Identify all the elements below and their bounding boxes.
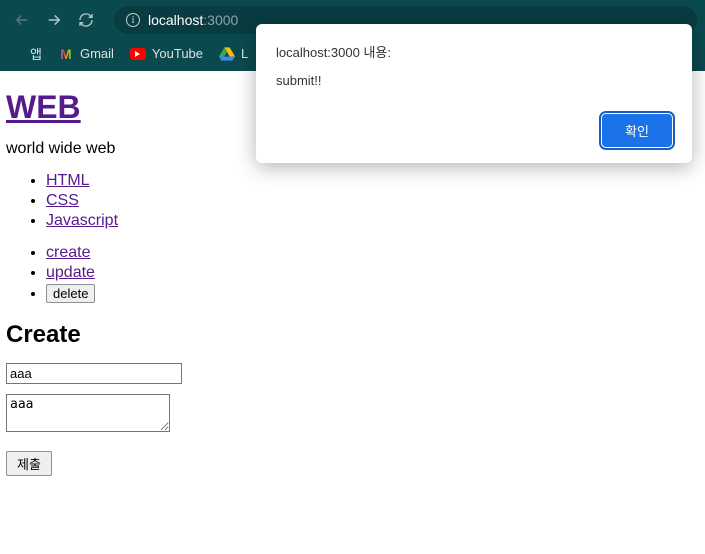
list-item: Javascript [46, 212, 699, 230]
reload-button[interactable] [72, 6, 100, 34]
bookmark-label: 앱 [30, 44, 42, 63]
create-link[interactable]: create [46, 244, 90, 261]
actions-list: create update delete [6, 244, 699, 303]
topic-link[interactable]: CSS [46, 192, 79, 209]
title-input[interactable] [6, 363, 182, 384]
forward-button[interactable] [40, 6, 68, 34]
alert-ok-button[interactable]: 확인 [602, 114, 672, 147]
info-icon[interactable]: i [126, 13, 140, 27]
gmail-icon: M [58, 46, 74, 62]
url-host: localhost [148, 12, 203, 28]
form: aaa 제출 [6, 363, 699, 476]
submit-button[interactable]: 제출 [6, 451, 52, 476]
bookmark-gmail[interactable]: M Gmail [58, 46, 114, 62]
list-item: update [46, 264, 699, 282]
heading-link[interactable]: WEB [6, 89, 81, 125]
drive-icon [219, 46, 235, 62]
delete-button[interactable]: delete [46, 284, 95, 303]
url-text: localhost:3000 [148, 12, 238, 28]
form-heading: Create [6, 321, 699, 349]
bookmark-youtube[interactable]: YouTube [130, 46, 203, 62]
body-textarea[interactable]: aaa [6, 394, 170, 432]
bookmark-label: L [241, 46, 248, 61]
bookmark-label: Gmail [80, 46, 114, 61]
update-link[interactable]: update [46, 264, 95, 281]
list-item: create [46, 244, 699, 262]
bookmark-label: YouTube [152, 46, 203, 61]
bookmark-drive[interactable]: L [219, 46, 248, 62]
alert-message: submit!! [276, 73, 672, 88]
url-port: :3000 [203, 12, 238, 28]
alert-dialog: localhost:3000 내용: submit!! 확인 [256, 24, 692, 163]
youtube-icon [130, 46, 146, 62]
apps-icon [8, 46, 24, 62]
list-item: HTML [46, 172, 699, 190]
topics-list: HTML CSS Javascript [6, 172, 699, 230]
alert-actions: 확인 [276, 114, 672, 147]
alert-title: localhost:3000 내용: [276, 42, 672, 61]
topic-link[interactable]: HTML [46, 172, 90, 189]
back-button[interactable] [8, 6, 36, 34]
bookmark-apps[interactable]: 앱 [8, 44, 42, 63]
list-item: CSS [46, 192, 699, 210]
topic-link[interactable]: Javascript [46, 212, 118, 229]
list-item: delete [46, 284, 699, 303]
